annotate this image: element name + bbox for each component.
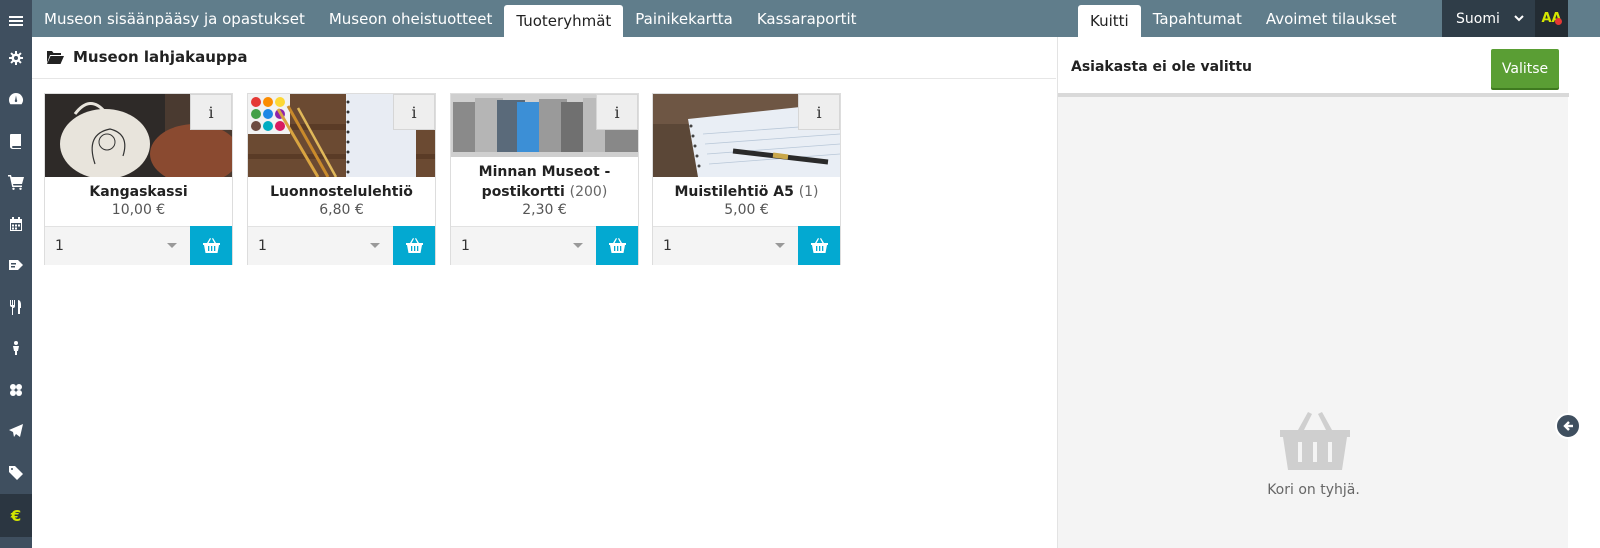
add-to-basket-button[interactable]	[798, 226, 840, 265]
customer-header: Asiakasta ei ole valittu Valitse	[1058, 37, 1569, 97]
empty-basket-message: Kori on tyhjä.	[1267, 482, 1360, 498]
stock-count: (1)	[798, 184, 819, 200]
quantity-select[interactable]: 1	[45, 226, 191, 265]
tab-product-groups[interactable]: Tuoteryhmät	[504, 5, 624, 37]
caret-down-icon	[167, 243, 177, 248]
quantity-select[interactable]: 1	[248, 226, 394, 265]
dashboard-icon[interactable]	[0, 78, 32, 120]
add-to-basket-button[interactable]	[190, 226, 232, 265]
tab-open-orders[interactable]: Avoimet tilaukset	[1254, 0, 1409, 37]
page-title: Museon lahjakauppa	[73, 48, 248, 66]
caret-down-icon	[370, 243, 380, 248]
person-icon[interactable]	[0, 327, 32, 369]
cart-icon[interactable]	[0, 161, 32, 203]
product-card[interactable]: i Kangaskassi 10,00 € 1	[44, 93, 233, 265]
receipt-panel: Asiakasta ei ole valittu Valitse Kori on…	[1057, 37, 1569, 548]
quantity-select[interactable]: 1	[653, 226, 799, 265]
product-card[interactable]: i Luonnostelulehtiö 6,80 € 1	[247, 93, 436, 265]
product-price: 6,80 €	[319, 202, 364, 218]
main-tabs: Museon sisäänpääsy ja opastukset Museon …	[32, 0, 869, 37]
product-name: Luonnostelulehtiö	[270, 184, 413, 200]
caret-down-icon	[775, 243, 785, 248]
info-button[interactable]: i	[190, 94, 232, 130]
select-customer-button[interactable]: Valitse	[1491, 49, 1559, 88]
add-to-basket-button[interactable]	[393, 226, 435, 265]
calendar-icon[interactable]	[0, 203, 32, 245]
product-name: Minnan Museot - postikortti (200)	[478, 164, 611, 200]
section-heading: Museon lahjakauppa	[46, 48, 248, 66]
gear-icon[interactable]	[0, 37, 32, 79]
info-button[interactable]: i	[393, 94, 435, 130]
left-sidebar: €	[0, 0, 32, 548]
group-icon[interactable]	[0, 369, 32, 411]
tab-museum-merchandise[interactable]: Museon oheistuotteet	[317, 0, 505, 37]
product-card[interactable]: i Minnan Museot - postikortti (200) 2,30…	[450, 93, 639, 265]
quantity-value: 1	[55, 238, 64, 254]
collapse-panel-button[interactable]	[1555, 413, 1581, 439]
tag-icon[interactable]	[0, 452, 32, 494]
add-to-basket-button[interactable]	[596, 226, 638, 265]
customer-status: Asiakasta ei ole valittu	[1071, 59, 1252, 75]
product-price: 10,00 €	[111, 202, 166, 218]
chevron-down-icon	[1513, 12, 1525, 24]
tab-museum-admission[interactable]: Museon sisäänpääsy ja opastukset	[32, 0, 317, 37]
basket-icon	[202, 238, 220, 253]
quantity-select[interactable]: 1	[451, 226, 597, 265]
info-button[interactable]: i	[596, 94, 638, 130]
quantity-value: 1	[258, 238, 267, 254]
main-content: Museon lahjakauppa i Kangaskassi 10,00 €…	[32, 37, 1056, 548]
tab-button-map[interactable]: Painikekartta	[623, 0, 745, 37]
notification-dot	[1555, 18, 1562, 25]
stock-count: (200)	[569, 184, 608, 200]
tickets-icon[interactable]	[0, 244, 32, 286]
caret-down-icon	[573, 243, 583, 248]
product-price: 2,30 €	[522, 202, 567, 218]
top-navigation-bar: Museon sisäänpääsy ja opastukset Museon …	[32, 0, 1600, 37]
basket-icon	[810, 238, 828, 253]
divider	[32, 78, 1056, 79]
info-button[interactable]: i	[798, 94, 840, 130]
tab-events[interactable]: Tapahtumat	[1141, 0, 1254, 37]
restaurant-icon[interactable]	[0, 286, 32, 328]
basket-icon	[608, 238, 626, 253]
arrow-left-icon	[1563, 421, 1573, 431]
euro-icon[interactable]: €	[0, 494, 32, 537]
font-size-toggle[interactable]: AA	[1535, 0, 1568, 37]
quantity-value: 1	[461, 238, 470, 254]
folder-open-icon	[46, 50, 64, 64]
basket-icon	[405, 238, 423, 253]
language-select[interactable]: Suomi	[1442, 0, 1535, 37]
product-card[interactable]: i Muistilehtiö A5 (1) 5,00 € 1	[652, 93, 841, 265]
tab-cash-reports[interactable]: Kassaraportit	[745, 0, 869, 37]
empty-basket-icon	[1280, 410, 1350, 470]
quantity-value: 1	[663, 238, 672, 254]
paper-plane-icon[interactable]	[0, 410, 32, 452]
product-name: Kangaskassi	[89, 184, 188, 200]
receipt-tabs: Kuitti Tapahtumat Avoimet tilaukset	[1078, 0, 1409, 37]
product-name: Muistilehtiö A5 (1)	[674, 184, 819, 200]
language-label: Suomi	[1456, 10, 1500, 27]
menu-icon[interactable]	[0, 0, 32, 42]
tab-receipt[interactable]: Kuitti	[1078, 5, 1141, 37]
product-price: 5,00 €	[724, 202, 769, 218]
book-icon[interactable]	[0, 120, 32, 162]
